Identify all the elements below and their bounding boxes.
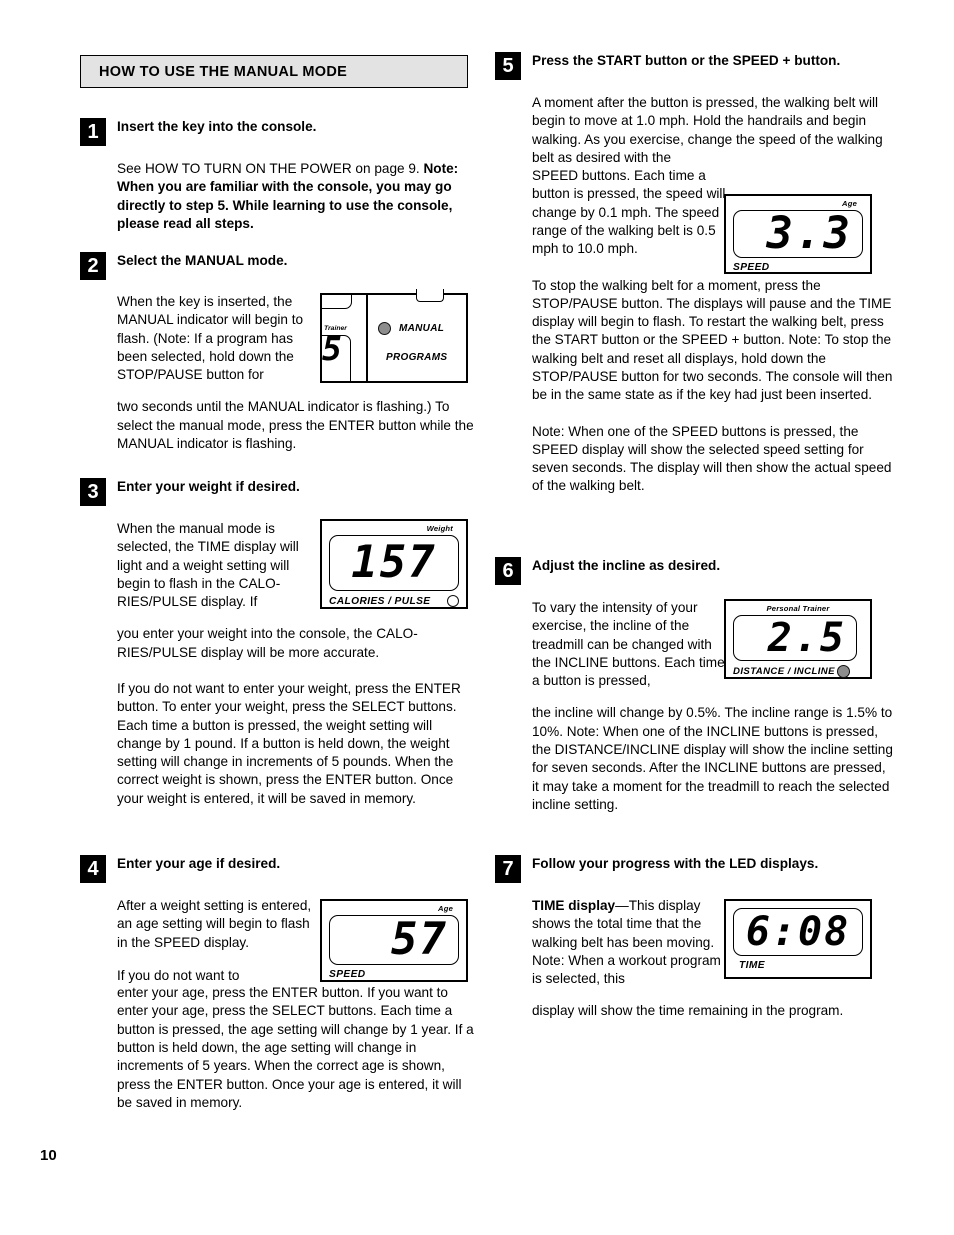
step-4-number: 4 (80, 855, 106, 883)
step-1-head: 1 Insert the key into the console. (80, 118, 480, 146)
step-5-paragraph-third: Note: When one of the SPEED buttons is p… (532, 423, 892, 494)
calories-pulse-led-icon (447, 595, 459, 607)
manual-indicator-led-icon (378, 322, 391, 335)
incline-lcd-value: 2.5 (767, 615, 846, 661)
step-2-heading: Select the MANUAL mode. (117, 253, 288, 268)
weight-bottom-label: CALORIES / PULSE (329, 595, 431, 607)
console-manual-indicator-row: MANUAL (378, 322, 444, 335)
weight-display-inner: Weight 157 CALORIES / PULSE (322, 521, 466, 607)
speed-bottom-label: SPEED (733, 262, 770, 273)
console-top-tab-shape (322, 295, 352, 309)
section-header-bar: HOW TO USE THE MANUAL MODE (80, 55, 468, 88)
incline-display-inner: Personal Trainer 2.5 DISTANCE / INCLINE (726, 601, 870, 678)
step-3-number: 3 (80, 478, 106, 506)
manual-page: HOW TO USE THE MANUAL MODE 1 Insert the … (0, 0, 954, 1235)
speed-bottom-row: SPEED (733, 258, 863, 273)
step-7-heading: Follow your progress with the LED displa… (532, 856, 819, 871)
step-6-paragraph-full: the incline will change by 0.5%. The inc… (532, 705, 893, 812)
step-6-heading: Adjust the incline as desired. (532, 558, 721, 573)
step-6-head: 6 Adjust the incline as desired. (495, 557, 895, 585)
step-5-heading: Press the START button or the SPEED + bu… (532, 53, 841, 68)
time-lcd-value: 6:08 (745, 909, 851, 955)
console-programs-label: PROGRAMS (386, 352, 448, 363)
step-5-head: 5 Press the START button or the SPEED + … (495, 52, 895, 80)
figure-incline-display: Personal Trainer 2.5 DISTANCE / INCLINE (724, 599, 872, 679)
console-right-section: MANUAL PROGRAMS (368, 289, 466, 381)
console-trainer-label: Trainer (324, 325, 347, 332)
time-bottom-row: TIME (733, 956, 863, 971)
age-top-label: Age (438, 904, 453, 913)
step-1-paragraph: See HOW TO TURN ON THE POWER on page 9. … (117, 160, 480, 233)
step-2-paragraph-full: two seconds until the MANUAL indicator i… (117, 399, 474, 451)
step-1: 1 Insert the key into the console. See H… (80, 118, 480, 233)
step-7-head: 7 Follow your progress with the LED disp… (495, 855, 895, 883)
step-4-head: 4 Enter your age if desired. (80, 855, 480, 883)
console-notch-shape (416, 289, 444, 302)
speed-display-inner: Age 3.3 SPEED (726, 196, 870, 273)
step-7-number: 7 (495, 855, 521, 883)
step-5-paragraph-second: To stop the walking belt for a moment, p… (532, 277, 893, 403)
step-6: 6 Adjust the incline as desired. To vary… (495, 557, 895, 814)
figure-time-display: 6:08 TIME (724, 899, 872, 979)
age-lcd-screen: 57 (329, 915, 459, 965)
figure-weight-display: Weight 157 CALORIES / PULSE (320, 519, 468, 609)
time-bottom-label: TIME (739, 960, 765, 971)
console-partial-lcd: 5 (322, 335, 351, 381)
step-6-paragraph-wrapped: To vary the intensity of your exercise, … (532, 600, 725, 689)
step-5-body: A moment after the button is pressed, th… (532, 94, 895, 496)
age-bottom-label: SPEED (329, 969, 366, 980)
console-partial-digit: 5 (322, 335, 342, 368)
weight-top-label: Weight (426, 524, 453, 533)
page-number: 10 (40, 1147, 57, 1164)
step-1-number: 1 (80, 118, 106, 146)
figure-speed-display: Age 3.3 SPEED (724, 194, 872, 274)
step-4-paragraph-full: enter your age, press the ENTER button. … (117, 985, 474, 1110)
section-title: HOW TO USE THE MANUAL MODE (99, 63, 348, 80)
step-1-body: See HOW TO TURN ON THE POWER on page 9. … (117, 160, 480, 233)
incline-top-label: Personal Trainer (766, 604, 830, 613)
distance-incline-led-icon (836, 665, 850, 678)
speed-lcd-value: 3.3 (766, 210, 852, 258)
step-7-paragraph-wrapped: TIME display—This display shows the tota… (532, 897, 732, 988)
weight-lcd-screen: 157 (329, 535, 459, 591)
step-5-number: 5 (495, 52, 521, 80)
step-3-head: 3 Enter your weight if desired. (80, 478, 480, 506)
figure-console-panel: Trainer 5 MANUAL PROGRAMS (320, 289, 468, 383)
console-manual-label: MANUAL (399, 323, 445, 334)
step-7-paragraph-full: display will show the time remaining in … (532, 1003, 844, 1019)
step-1-heading: Insert the key into the console. (117, 119, 317, 134)
age-lcd-value: 57 (391, 915, 448, 965)
age-bottom-row: SPEED (329, 965, 459, 980)
step-3-paragraph-second: If you do not want to enter your weight,… (117, 680, 461, 806)
step-5-paragraph-wrapped: SPEED buttons. Each time a button is pre… (532, 168, 726, 257)
step-6-number: 6 (495, 557, 521, 585)
step-5-paragraph-top: A moment after the button is pressed, th… (532, 95, 883, 165)
step-3-heading: Enter your weight if desired. (117, 479, 300, 494)
step-2-number: 2 (80, 252, 106, 280)
step-4-heading: Enter your age if desired. (117, 856, 281, 871)
age-display-inner: Age 57 SPEED (322, 901, 466, 980)
step-4-paragraph-wrapped-2: If you do not want to (117, 967, 240, 983)
step-3-paragraph-wrapped: When the manual mode is selected, the TI… (117, 521, 299, 610)
weight-lcd-value: 157 (351, 537, 437, 588)
console-left-section: Trainer 5 (322, 295, 368, 381)
step-4: 4 Enter your age if desired. After a wei… (80, 855, 480, 1112)
time-display-inner: 6:08 TIME (726, 901, 870, 977)
time-lcd-screen: 6:08 (733, 908, 863, 956)
incline-bottom-label: DISTANCE / INCLINE (733, 666, 835, 677)
step-2-head: 2 Select the MANUAL mode. (80, 252, 480, 280)
step-1-text-plain: See HOW TO TURN ON THE POWER on page 9. (117, 161, 424, 176)
weight-bottom-row: CALORIES / PULSE (329, 591, 459, 607)
step-7-time-display-label: TIME display (532, 898, 616, 913)
step-4-paragraph-wrapped: After a weight setting is entered, an ag… (117, 898, 312, 950)
incline-bottom-row: DISTANCE / INCLINE (733, 661, 863, 678)
speed-top-label: Age (842, 199, 857, 208)
console-panel-inner: Trainer 5 MANUAL PROGRAMS (322, 289, 466, 381)
step-2-paragraph-wrapped: When the key is inserted, the MANUAL ind… (117, 294, 304, 383)
step-3-paragraph-full: you enter your weight into the console, … (117, 626, 418, 660)
incline-lcd-screen: 2.5 (733, 615, 857, 661)
figure-age-display: Age 57 SPEED (320, 899, 468, 982)
speed-lcd-screen: 3.3 (733, 210, 863, 258)
